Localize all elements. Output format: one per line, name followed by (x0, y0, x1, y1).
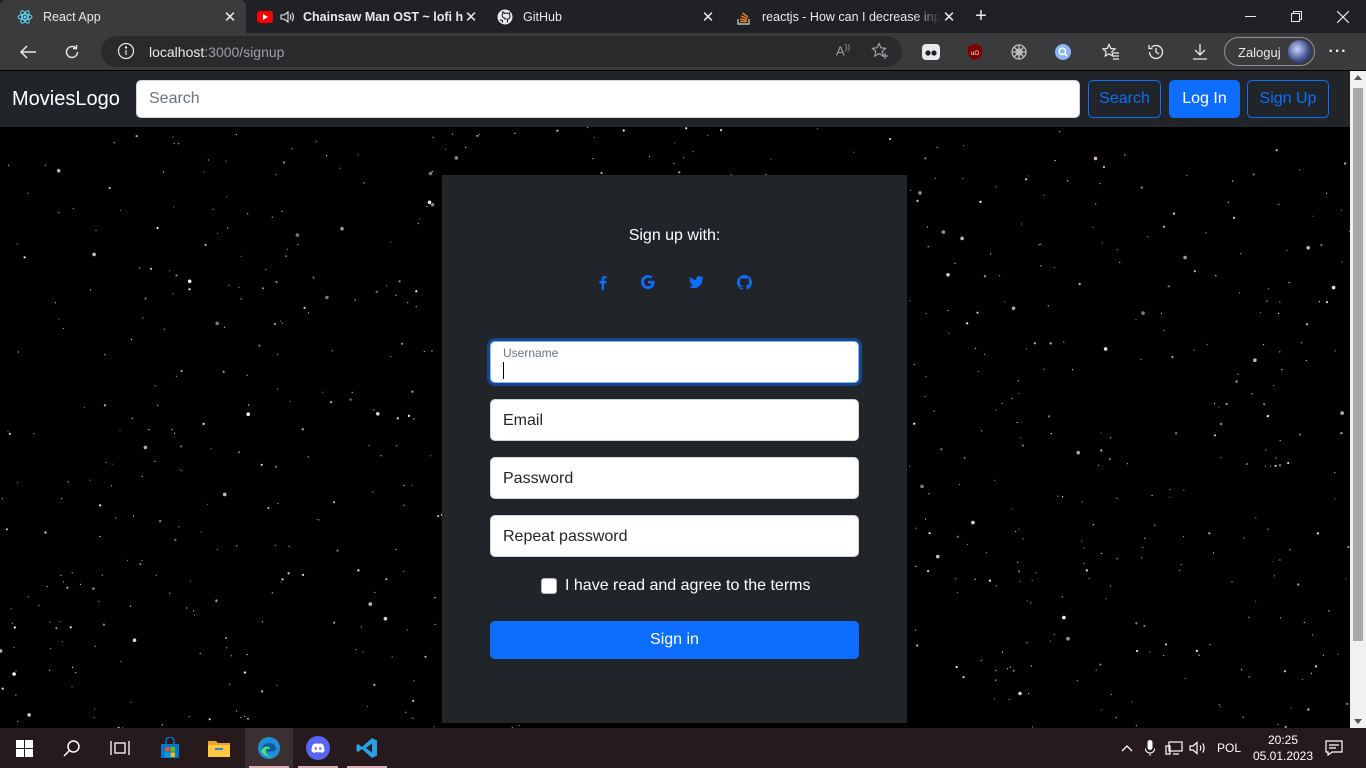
downloads-icon[interactable] (1187, 39, 1213, 65)
browser-tab-github[interactable]: GitHub ✕ (488, 0, 724, 33)
stackoverflow-icon (736, 9, 752, 25)
sign-in-button[interactable]: Sign in (490, 621, 859, 659)
tab-title: GitHub (523, 9, 562, 24)
task-view-icon[interactable] (96, 728, 144, 768)
clock-time: 20:25 (1267, 733, 1299, 747)
language-indicator[interactable]: POL (1213, 728, 1245, 768)
show-hidden-icons-icon[interactable] (1117, 728, 1137, 768)
terms-row: I have read and agree to the terms (541, 576, 810, 596)
ublock-icon[interactable]: uO (962, 39, 988, 65)
read-aloud-icon[interactable]: A)) (836, 43, 850, 58)
close-tab-icon[interactable]: ✕ (941, 8, 957, 26)
volume-icon[interactable] (1187, 728, 1209, 768)
scroll-down-icon[interactable] (1354, 719, 1362, 724)
close-window-icon[interactable] (1320, 0, 1366, 33)
new-tab-icon[interactable]: + (967, 0, 995, 33)
file-explorer-icon[interactable] (195, 728, 243, 768)
facebook-icon[interactable] (590, 273, 614, 291)
google-icon[interactable] (636, 273, 660, 291)
search-input[interactable] (136, 80, 1080, 118)
settings-extension-icon[interactable] (1006, 39, 1032, 65)
search-button[interactable]: Search (1088, 80, 1161, 118)
browser-tab-youtube[interactable]: Chainsaw Man OST ~ lofi hip hop ✕ (247, 0, 487, 33)
tab-title: Chainsaw Man OST ~ lofi hip hop (303, 9, 463, 24)
microsoft-store-icon[interactable] (146, 728, 194, 768)
more-options-icon[interactable]: ··· (1325, 39, 1351, 65)
signup-title: Sign up with: (628, 227, 721, 244)
tab-title: React App (43, 9, 101, 24)
browser-tab-stackoverflow[interactable]: reactjs - How can I decrease input ✕ (725, 0, 965, 33)
back-icon[interactable] (15, 39, 41, 65)
profile-label: Zaloguj (1238, 45, 1281, 60)
twitter-icon[interactable] (684, 273, 708, 291)
search-extension-icon[interactable] (1050, 39, 1076, 65)
browser-tab-react-app[interactable]: React App ✕ (0, 0, 246, 33)
taskbar-clock[interactable]: 20:25 05.01.2023 (1248, 732, 1318, 764)
extension-icon[interactable] (918, 39, 944, 65)
repeat-password-field[interactable]: Repeat password (490, 515, 859, 557)
repeat-password-placeholder: Repeat password (503, 528, 628, 545)
profile-button[interactable]: Zaloguj (1224, 37, 1315, 66)
login-button[interactable]: Log In (1169, 80, 1240, 118)
terms-label[interactable]: I have read and agree to the terms (565, 577, 810, 595)
react-icon (17, 9, 33, 25)
address-bar[interactable]: localhost:3000/signup A)) (101, 36, 902, 67)
network-icon[interactable] (1163, 728, 1185, 768)
app-navbar: MoviesLogo Search Log In Sign Up (0, 71, 1350, 127)
windows-start-icon[interactable] (0, 728, 48, 768)
signup-nav-button[interactable]: Sign Up (1247, 80, 1329, 118)
email-placeholder: Email (503, 412, 544, 429)
site-logo[interactable]: MoviesLogo (12, 88, 120, 111)
url-text: localhost:3000/signup (149, 44, 285, 60)
reload-icon[interactable] (59, 39, 85, 65)
browser-tab-strip: React App ✕ Chainsaw Man OST ~ lofi hip … (0, 0, 1366, 33)
site-info-icon[interactable] (117, 42, 135, 65)
clock-date: 05.01.2023 (1252, 749, 1314, 763)
svg-text:uO: uO (971, 51, 979, 57)
github-icon (497, 9, 513, 25)
email-field[interactable]: Email (490, 399, 859, 441)
close-tab-icon[interactable]: ✕ (700, 8, 716, 26)
windows-taskbar: POL 20:25 05.01.2023 (0, 728, 1366, 768)
restore-icon[interactable] (1273, 0, 1319, 33)
edge-icon[interactable] (245, 728, 293, 768)
history-icon[interactable] (1143, 39, 1169, 65)
discord-icon[interactable] (294, 728, 342, 768)
terms-checkbox[interactable] (541, 578, 557, 594)
avatar (1288, 40, 1311, 63)
page-scrollbar[interactable] (1350, 71, 1366, 728)
add-favorite-icon[interactable] (871, 42, 889, 65)
signup-card: Sign up with: Username Email Password Re… (442, 175, 907, 723)
search-icon[interactable] (48, 728, 96, 768)
close-tab-icon[interactable]: ✕ (222, 8, 238, 26)
scroll-up-icon[interactable] (1354, 75, 1362, 80)
notifications-icon[interactable] (1320, 728, 1348, 768)
speaker-icon[interactable] (279, 9, 295, 25)
text-caret (503, 362, 504, 379)
github-icon[interactable] (732, 273, 756, 291)
browser-toolbar: localhost:3000/signup A)) uO Zaloguj ··· (0, 33, 1366, 70)
username-floating-label: Username (503, 346, 559, 360)
username-field[interactable]: Username (490, 341, 859, 383)
youtube-icon (257, 9, 273, 25)
microphone-icon[interactable] (1140, 728, 1160, 768)
minimize-icon[interactable] (1227, 0, 1273, 33)
close-tab-icon[interactable]: ✕ (463, 8, 479, 26)
password-field[interactable]: Password (490, 457, 859, 499)
favorites-icon[interactable] (1098, 39, 1124, 65)
vscode-icon[interactable] (343, 728, 391, 768)
tab-title: reactjs - How can I decrease input (762, 9, 941, 24)
scrollbar-thumb[interactable] (1353, 88, 1363, 641)
password-placeholder: Password (503, 470, 574, 487)
